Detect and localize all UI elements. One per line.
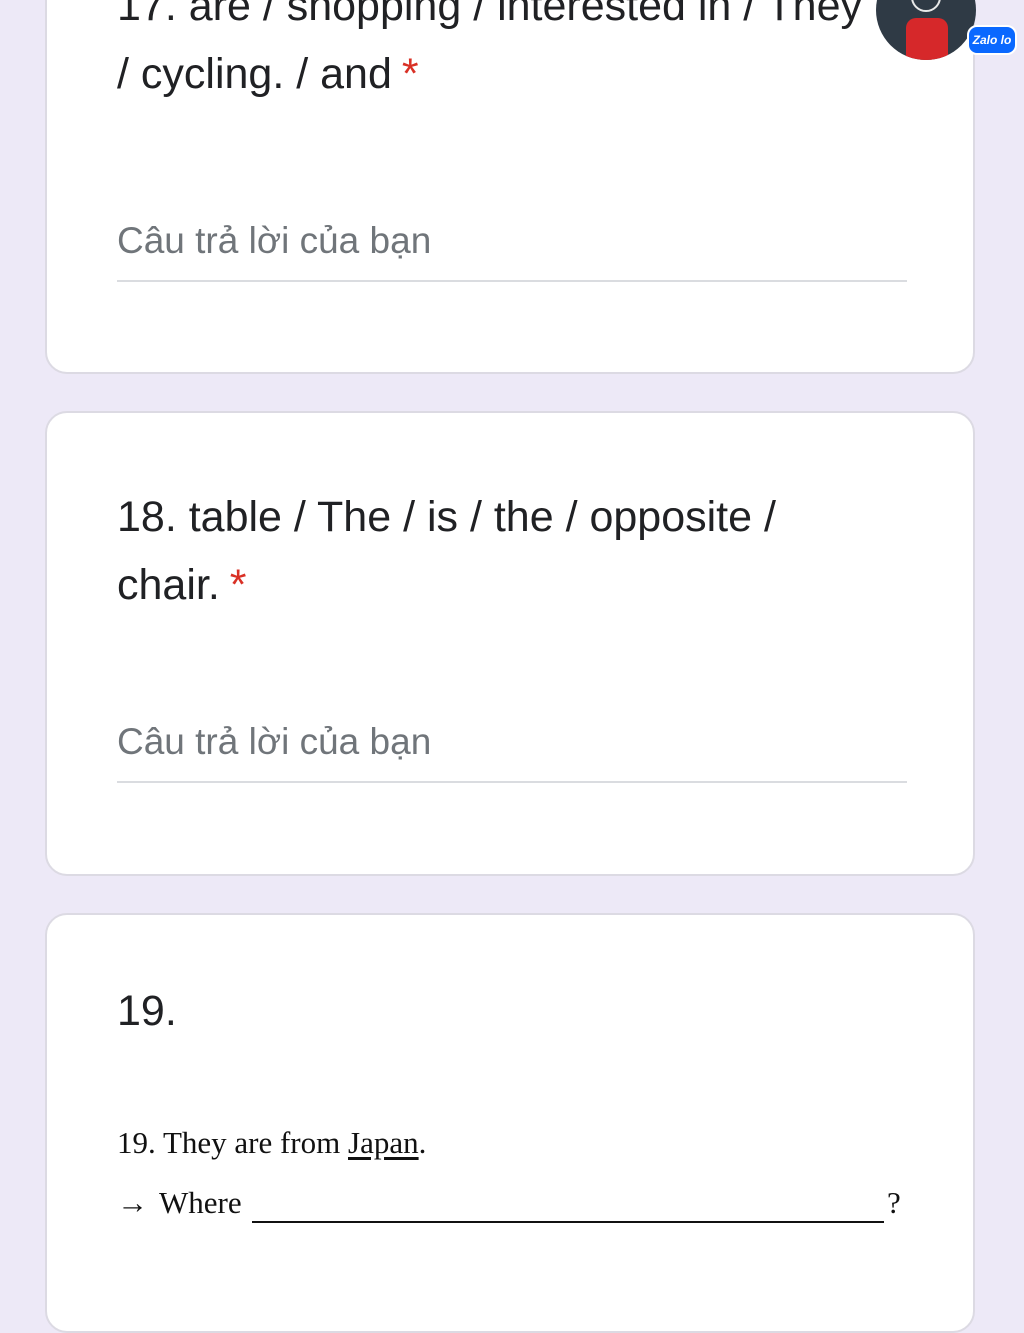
question-17-title: 17. are / shopping / interested in / The… [117,0,863,98]
answer-field-17[interactable]: Câu trả lời của bạn [117,212,907,282]
question-19-prompt: → Where ? [117,1185,917,1225]
prompt-start: Where [159,1185,242,1220]
blank-line [252,1221,884,1223]
question-19-sentence: 19. They are from Japan. [117,1125,427,1160]
underlined-word: Japan [348,1125,419,1160]
question-card-19: 19. 19. They are from Japan. → Where ? [45,913,975,1333]
answer-placeholder: Câu trả lời của bạn [117,721,432,762]
required-asterisk: * [401,50,419,98]
avatar-ring [911,0,941,12]
answer-field-18[interactable]: Câu trả lời của bạn [117,713,907,783]
zalo-floating-bubble[interactable]: Zalo lo [876,0,1024,60]
question-card-18: 18. table / The / is / the / opposite / … [45,411,975,876]
zalo-avatar-icon [876,0,976,60]
prompt-end: ? [887,1185,901,1220]
avatar-figure [906,18,948,60]
arrow-right-icon: → [117,1185,148,1220]
question-card-17: 17. are / shopping / interested in / The… [45,0,975,374]
zalo-badge: Zalo lo [967,25,1017,55]
question-19-image: 19. They are from Japan. → Where ? [117,1125,917,1235]
question-18-title: 18. table / The / is / the / opposite / … [117,493,776,609]
answer-placeholder: Câu trả lời của bạn [117,220,432,261]
question-19-title: 19. [117,987,177,1035]
required-asterisk: * [229,561,247,609]
